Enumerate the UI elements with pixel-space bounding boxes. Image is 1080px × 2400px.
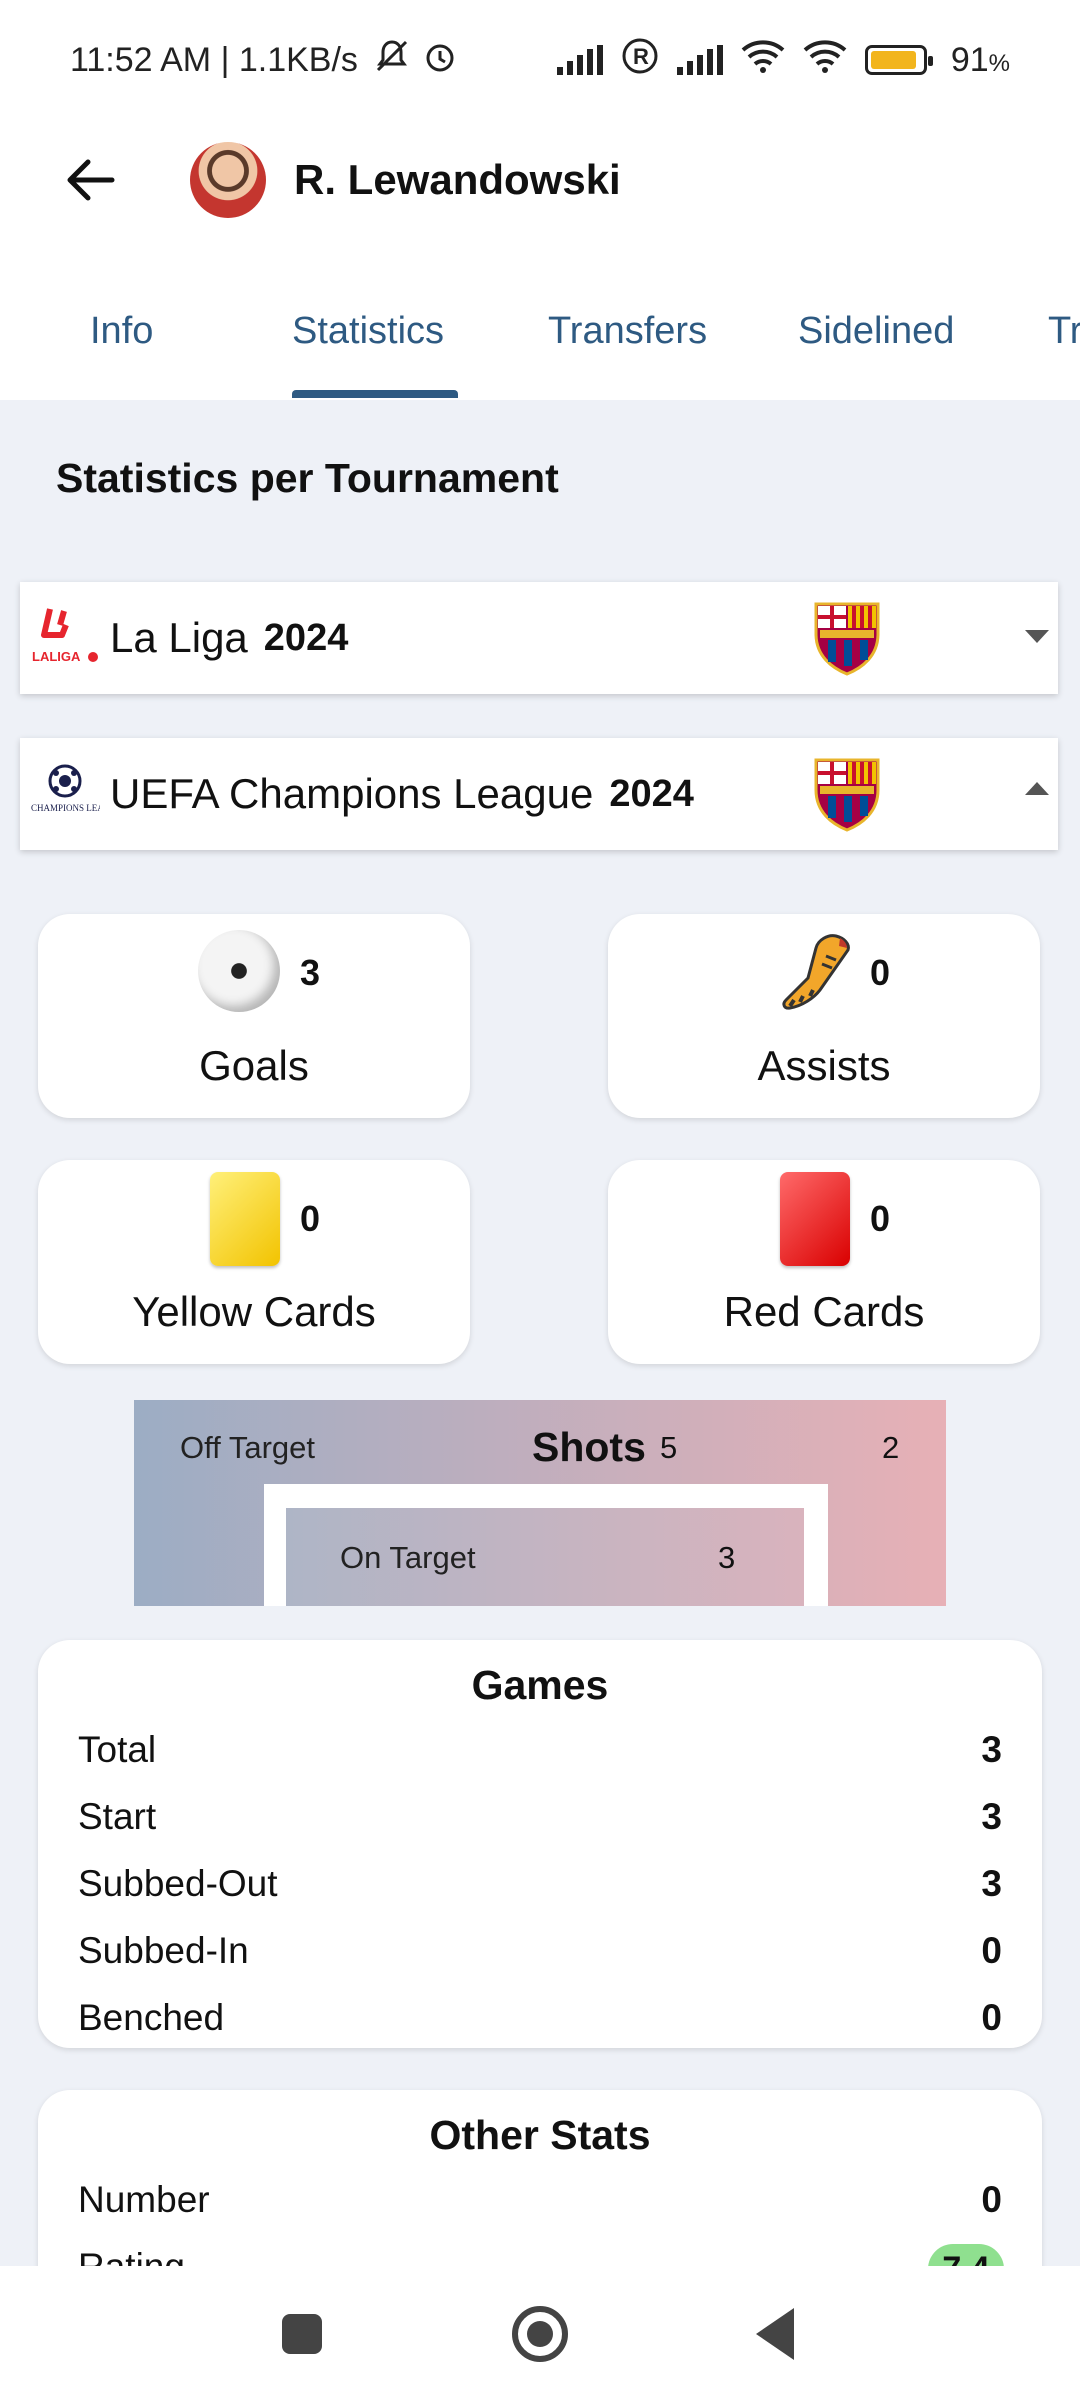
on-target-value: 3	[718, 1540, 736, 1575]
games-row-total: Total 3	[78, 1729, 1002, 1770]
red-card-icon	[780, 1172, 850, 1266]
games-title: Games	[471, 1662, 609, 1708]
svg-text:CHAMPIONS LEAGUE: CHAMPIONS LEAGUE	[31, 803, 100, 813]
soccer-ball-icon	[198, 930, 280, 1012]
system-nav-bar	[0, 2266, 1080, 2400]
status-time: 11:52 AM | 1.1KB/s	[70, 40, 358, 79]
games-row-subbed-in: Subbed-In 0	[78, 1930, 1002, 1971]
tournament-row-ucl[interactable]: CHAMPIONS LEAGUE UEFA Champions League 2…	[20, 738, 1058, 850]
goals-value: 3	[300, 952, 321, 993]
status-bar: 11:52 AM | 1.1KB/s R 91%	[0, 0, 1080, 120]
goals-card: 3 Goals	[38, 914, 470, 1118]
other-stats-title: Other Stats	[429, 2112, 651, 2158]
active-tab-indicator	[292, 390, 458, 398]
tab-transfers[interactable]: Transfers	[548, 310, 707, 353]
tab-sidelined[interactable]: Sidelined	[798, 310, 954, 353]
chevron-down-icon	[1025, 630, 1049, 643]
goals-label: Goals	[199, 1042, 309, 1089]
games-row-subbed-out: Subbed-Out 3	[78, 1863, 1002, 1904]
tab-statistics[interactable]: Statistics	[292, 310, 444, 353]
red-cards-label: Red Cards	[723, 1288, 925, 1335]
other-row-number: Number 0	[78, 2179, 1002, 2220]
tournament-row-laliga[interactable]: LALIGA La Liga 2024	[20, 582, 1058, 694]
mute-icon	[372, 36, 412, 85]
svg-text:R: R	[633, 44, 649, 69]
tab-bar: Info Statistics Transfers Sidelined Trop…	[0, 240, 1080, 400]
roaming-icon: R	[621, 37, 659, 84]
tournament-year: 2024	[263, 616, 349, 659]
battery-percent: 91%	[950, 40, 1010, 79]
tab-trophies[interactable]: Trophies	[1048, 310, 1080, 353]
battery-icon	[864, 45, 933, 75]
off-target-label: Off Target	[180, 1430, 315, 1465]
off-target-value: 2	[882, 1430, 900, 1465]
tournament-name: La Liga	[110, 614, 248, 661]
shots-panel: Off Target Shots 5 2 On Target 3	[134, 1400, 946, 1606]
red-cards-value: 0	[870, 1198, 891, 1239]
yellow-card-icon	[210, 1172, 280, 1266]
red-cards-card: 0 Red Cards	[608, 1160, 1040, 1364]
boot-icon	[782, 934, 850, 1010]
assists-card: 0 Assists	[608, 914, 1040, 1118]
svg-text:LALIGA: LALIGA	[32, 649, 81, 664]
yellow-cards-value: 0	[300, 1198, 321, 1239]
chevron-up-icon	[1025, 782, 1049, 795]
system-back-button[interactable]	[756, 2308, 794, 2360]
fc-barcelona-crest-icon	[814, 602, 880, 676]
yellow-cards-card: 0 Yellow Cards	[38, 1160, 470, 1364]
on-target-box: On Target 3	[286, 1508, 804, 1606]
wifi-icon	[741, 38, 785, 83]
games-row-benched: Benched 0	[78, 1997, 1002, 2038]
alarm-icon	[420, 36, 460, 85]
tournament-name: UEFA Champions League	[110, 770, 594, 817]
fc-barcelona-crest-icon	[814, 758, 880, 832]
home-button[interactable]	[512, 2306, 568, 2362]
games-panel: Games Total 3 Start 3 Subbed-Out 3 Subbed-I…	[38, 1640, 1042, 2048]
signal-icon	[556, 45, 603, 75]
champions-league-logo-icon: CHAMPIONS LEAGUE	[30, 759, 100, 829]
signal-icon-2	[676, 45, 723, 75]
player-name: R. Lewandowski	[294, 156, 621, 203]
tab-info[interactable]: Info	[90, 310, 153, 353]
section-title: Statistics per Tournament	[56, 455, 559, 501]
shots-total: 5	[660, 1430, 678, 1465]
yellow-cards-label: Yellow Cards	[132, 1288, 376, 1335]
app-header: R. Lewandowski	[0, 120, 1080, 240]
games-row-start: Start 3	[78, 1796, 1002, 1837]
laliga-logo-icon: LALIGA	[30, 603, 100, 673]
wifi-icon-2	[803, 38, 847, 83]
tournament-year: 2024	[609, 772, 694, 815]
assists-label: Assists	[757, 1042, 891, 1089]
recents-button[interactable]	[282, 2314, 322, 2354]
back-button[interactable]	[30, 120, 150, 240]
arrow-left-icon	[67, 159, 115, 201]
player-avatar	[190, 142, 266, 218]
shots-title: Shots	[532, 1424, 646, 1470]
on-target-label: On Target	[340, 1540, 476, 1575]
assists-value: 0	[870, 952, 891, 993]
